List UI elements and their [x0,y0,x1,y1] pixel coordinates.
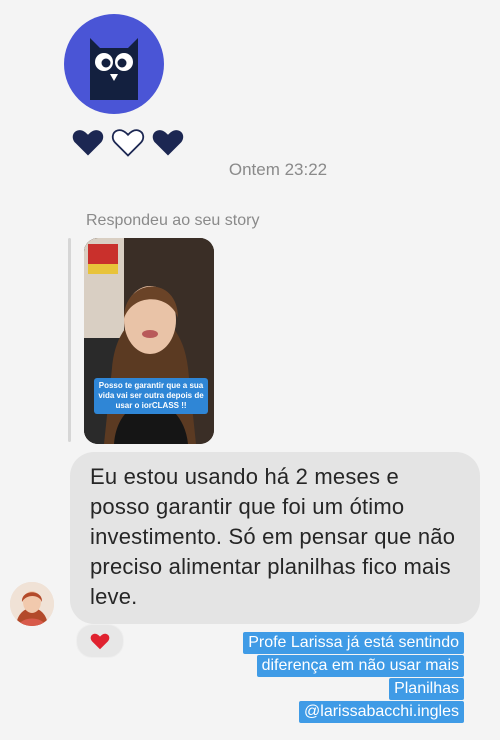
hearts-row [70,124,186,164]
brand-logo [64,14,164,114]
heart-reaction-icon [90,633,110,650]
heart-filled-icon [72,130,104,156]
owl-logo-icon [90,38,138,100]
heart-filled-icon [152,130,184,156]
heart-outline-icon [111,129,145,157]
sticker-mention: @larissabacchi.ingles [299,701,464,723]
message-bubble[interactable]: Eu estou usando há 2 meses e posso garan… [70,452,480,624]
story-reply-divider [68,238,71,442]
heart-reaction[interactable] [76,624,124,658]
sticker-line: Profe Larissa já está sentindo [243,632,464,654]
avatar-photo [10,582,54,626]
story-caption: Posso te garantir que a sua vida vai ser… [94,378,208,414]
sticker-line: diferença em não usar mais [256,655,464,677]
story-reply-label: Respondeu ao seu story [86,212,260,229]
message-timestamp: Ontem 23:22 [228,160,328,179]
avatar[interactable] [10,582,54,626]
story-text-sticker: Profe Larissa já está sentindo diferença… [243,632,464,724]
sticker-line: Planilhas [389,678,464,700]
story-thumbnail[interactable]: Posso te garantir que a sua vida vai ser… [84,238,214,444]
